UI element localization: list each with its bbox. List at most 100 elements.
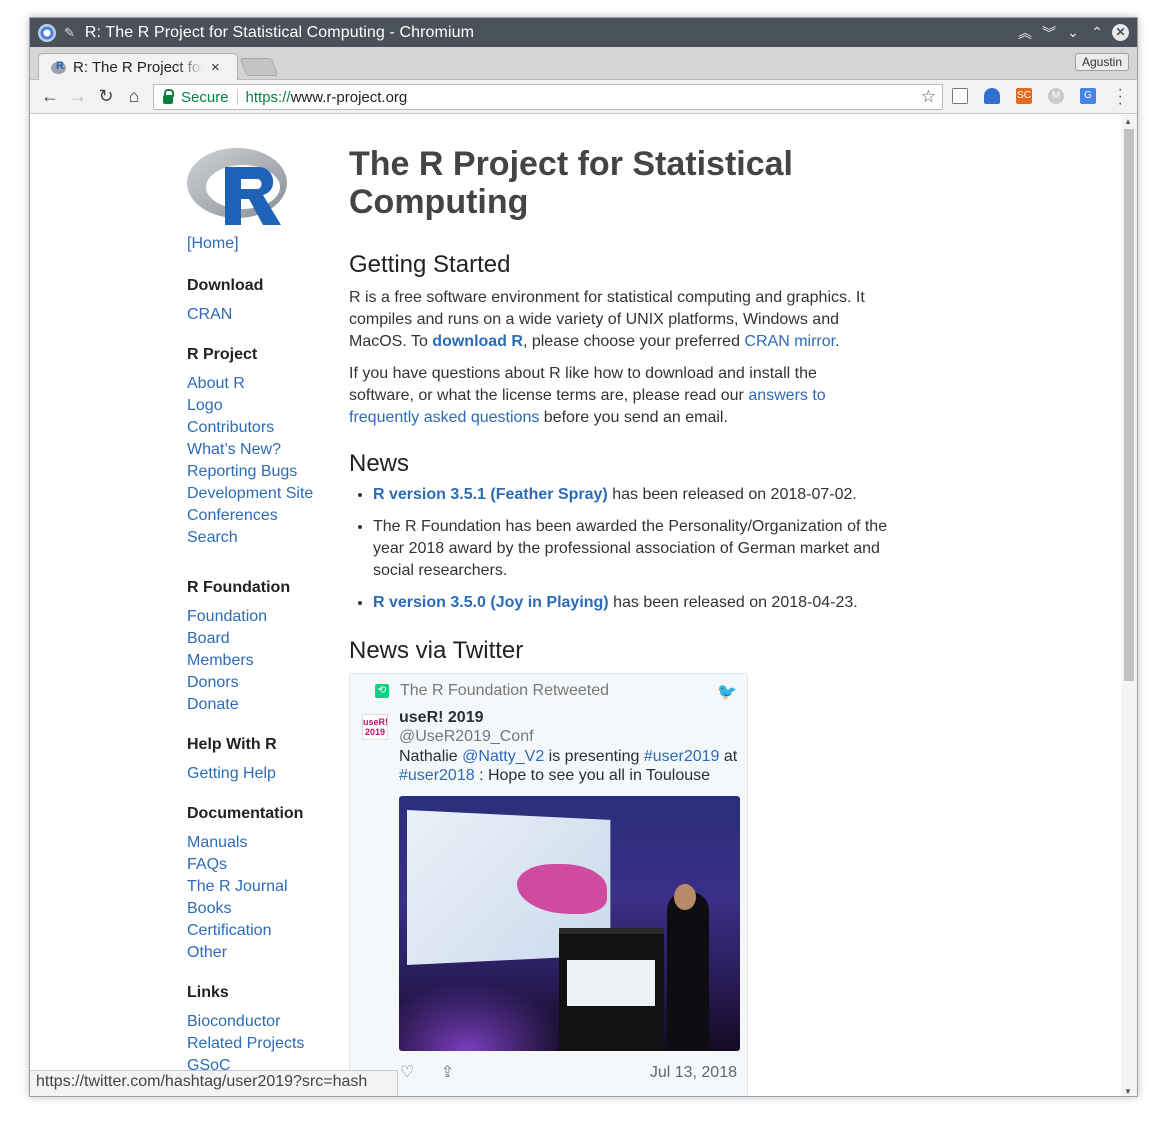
nav-link-r-journal[interactable]: The R Journal bbox=[187, 878, 288, 895]
tweet-author-handle[interactable]: @UseR2019_Conf bbox=[399, 728, 534, 746]
nav-heading: Documentation bbox=[187, 805, 304, 822]
nav-link-faqs[interactable]: FAQs bbox=[187, 856, 227, 873]
nav-link-bioconductor[interactable]: Bioconductor bbox=[187, 1013, 280, 1030]
nav-link-development-site[interactable]: Development Site bbox=[187, 485, 313, 502]
hashtag-link[interactable]: #user2019 bbox=[644, 748, 720, 765]
nav-link-foundation[interactable]: Foundation bbox=[187, 608, 267, 625]
url-scheme: https:// bbox=[245, 88, 291, 106]
title-bar: ✎ R: The R Project for Statistical Compu… bbox=[30, 18, 1137, 47]
bookmark-star-icon[interactable]: ☆ bbox=[921, 87, 936, 107]
podium bbox=[559, 928, 664, 1051]
nav-link-related-projects[interactable]: Related Projects bbox=[187, 1035, 304, 1052]
browser-toolbar: ← → ↻ ⌂ Secure https:// www.r-project.or… bbox=[30, 80, 1137, 114]
nav-link-certification[interactable]: Certification bbox=[187, 922, 271, 939]
scroll-down-icon[interactable]: ▼ bbox=[1124, 1087, 1132, 1096]
news-item: R version 3.5.0 (Joy in Playing) has bee… bbox=[373, 592, 889, 614]
text-span: , please choose your preferred bbox=[522, 333, 745, 350]
nav-link-reporting-bugs[interactable]: Reporting Bugs bbox=[187, 463, 297, 480]
security-label[interactable]: Secure bbox=[181, 89, 229, 106]
keep-above-icon[interactable]: ︽ bbox=[1016, 23, 1034, 43]
nav-section-download: Download CRAN bbox=[187, 275, 263, 326]
download-r-link[interactable]: download R bbox=[432, 333, 523, 350]
nav-link-conferences[interactable]: Conferences bbox=[187, 507, 278, 524]
retweet-icon: ⟲ bbox=[375, 684, 389, 698]
faq-paragraph: If you have questions about R like how t… bbox=[349, 363, 839, 429]
sc-extension-icon[interactable]: SC bbox=[1016, 88, 1032, 104]
share-icon[interactable]: ⇪ bbox=[441, 1064, 454, 1081]
reload-icon[interactable]: ↻ bbox=[92, 86, 120, 107]
news-item: R version 3.5.1 (Feather Spray) has been… bbox=[373, 484, 889, 506]
nav-link-search[interactable]: Search bbox=[187, 529, 238, 546]
nav-link-contributors[interactable]: Contributors bbox=[187, 419, 274, 436]
text-span: at bbox=[719, 748, 738, 765]
news-text: The R Foundation has been awarded the Pe… bbox=[373, 518, 888, 579]
tweet-card[interactable]: ⟲ The R Foundation Retweeted 🐦 useR! 201… bbox=[349, 673, 748, 1096]
r-3-5-1-link[interactable]: R version 3.5.1 (Feather Spray) bbox=[373, 486, 608, 503]
mention-link[interactable]: @Natty_V2 bbox=[462, 748, 544, 765]
nav-link-books[interactable]: Books bbox=[187, 900, 231, 917]
hashtag-link[interactable]: #user2018 bbox=[399, 767, 475, 784]
scroll-up-icon[interactable]: ▲ bbox=[1124, 117, 1132, 126]
twitter-bird-icon[interactable]: 🐦 bbox=[717, 682, 737, 702]
nav-link-board[interactable]: Board bbox=[187, 630, 230, 647]
speaker-head bbox=[674, 884, 696, 910]
nav-link-members[interactable]: Members bbox=[187, 652, 254, 669]
retweeted-by[interactable]: The R Foundation Retweeted bbox=[400, 682, 609, 700]
graduation-cap-extension-icon[interactable] bbox=[984, 88, 1000, 104]
lock-icon[interactable] bbox=[163, 88, 174, 104]
maximize-icon[interactable]: ⌃ bbox=[1088, 24, 1106, 41]
address-bar[interactable]: Secure https:// www.r-project.org ☆ bbox=[153, 84, 943, 110]
new-tab-button[interactable] bbox=[239, 58, 279, 76]
tab-close-icon[interactable]: × bbox=[211, 59, 220, 76]
reader-extension-icon[interactable] bbox=[952, 88, 968, 104]
nav-link-cran[interactable]: CRAN bbox=[187, 306, 232, 323]
nav-link-about-r[interactable]: About R bbox=[187, 375, 245, 392]
nav-link-donate[interactable]: Donate bbox=[187, 696, 239, 713]
nav-link-getting-help[interactable]: Getting Help bbox=[187, 765, 276, 782]
close-window-icon[interactable]: ✕ bbox=[1112, 24, 1129, 41]
profile-button[interactable]: Agustin bbox=[1074, 53, 1129, 71]
r-logo[interactable] bbox=[187, 147, 291, 227]
r-3-5-0-link[interactable]: R version 3.5.0 (Joy in Playing) bbox=[373, 594, 609, 611]
getting-started-paragraph: R is a free software environment for sta… bbox=[349, 287, 879, 353]
tweet-text: Nathalie @Natty_V2 is presenting #user20… bbox=[399, 747, 739, 785]
heart-icon[interactable]: ♡ bbox=[400, 1064, 414, 1081]
cran-mirror-link[interactable]: CRAN mirror bbox=[744, 333, 835, 350]
minimize-icon[interactable]: ⌄ bbox=[1064, 24, 1082, 41]
m-extension-icon[interactable]: M bbox=[1048, 88, 1064, 104]
text-span: If you have questions about R like how t… bbox=[349, 365, 817, 404]
nav-heading: Links bbox=[187, 984, 229, 1001]
nav-link-manuals[interactable]: Manuals bbox=[187, 834, 247, 851]
menu-dots-icon[interactable]: · · · bbox=[1118, 82, 1123, 112]
forward-arrow-icon[interactable]: → bbox=[64, 86, 92, 107]
status-bar-url: https://twitter.com/hashtag/user2019?src… bbox=[30, 1070, 398, 1096]
nav-section-documentation: Documentation Manuals FAQs The R Journal… bbox=[187, 803, 303, 964]
tab-r-project[interactable]: R: The R Project for Statistical Computi… bbox=[38, 53, 238, 81]
chromium-icon bbox=[38, 23, 56, 42]
translate-extension-icon[interactable]: G bbox=[1080, 88, 1096, 104]
nav-link-logo[interactable]: Logo bbox=[187, 397, 223, 414]
avatar[interactable]: useR! 2019 bbox=[362, 714, 388, 740]
nav-link-donors[interactable]: Donors bbox=[187, 674, 239, 691]
back-arrow-icon[interactable]: ← bbox=[36, 86, 64, 107]
getting-started-heading: Getting Started bbox=[349, 251, 511, 278]
tweet-author-name[interactable]: useR! 2019 bbox=[399, 709, 484, 727]
page-viewport: [Home] Download CRAN R Project About R L… bbox=[30, 115, 1123, 1096]
news-text: has been released on 2018-07-02. bbox=[607, 486, 857, 503]
nav-section-help: Help With R Getting Help bbox=[187, 734, 277, 785]
keep-below-icon[interactable]: ︾ bbox=[1040, 23, 1058, 43]
nav-link-other[interactable]: Other bbox=[187, 944, 227, 961]
scrollbar-thumb[interactable] bbox=[1124, 129, 1134, 681]
pin-icon[interactable]: ✎ bbox=[64, 25, 75, 41]
home-icon[interactable]: ⌂ bbox=[120, 86, 148, 107]
nav-section-r-project: R Project About R Logo Contributors What… bbox=[187, 344, 313, 549]
news-text: has been released on 2018-04-23. bbox=[608, 594, 858, 611]
vertical-scrollbar[interactable]: ▲ ▼ bbox=[1121, 115, 1137, 1096]
podium-sign bbox=[567, 960, 655, 1006]
tweet-photo[interactable] bbox=[399, 796, 740, 1051]
tweet-date[interactable]: Jul 13, 2018 bbox=[650, 1064, 737, 1082]
news-list: R version 3.5.1 (Feather Spray) has been… bbox=[349, 484, 889, 624]
nav-heading: Help With R bbox=[187, 736, 277, 753]
home-link[interactable]: [Home] bbox=[187, 235, 239, 253]
nav-link-whats-new[interactable]: What’s New? bbox=[187, 441, 281, 458]
